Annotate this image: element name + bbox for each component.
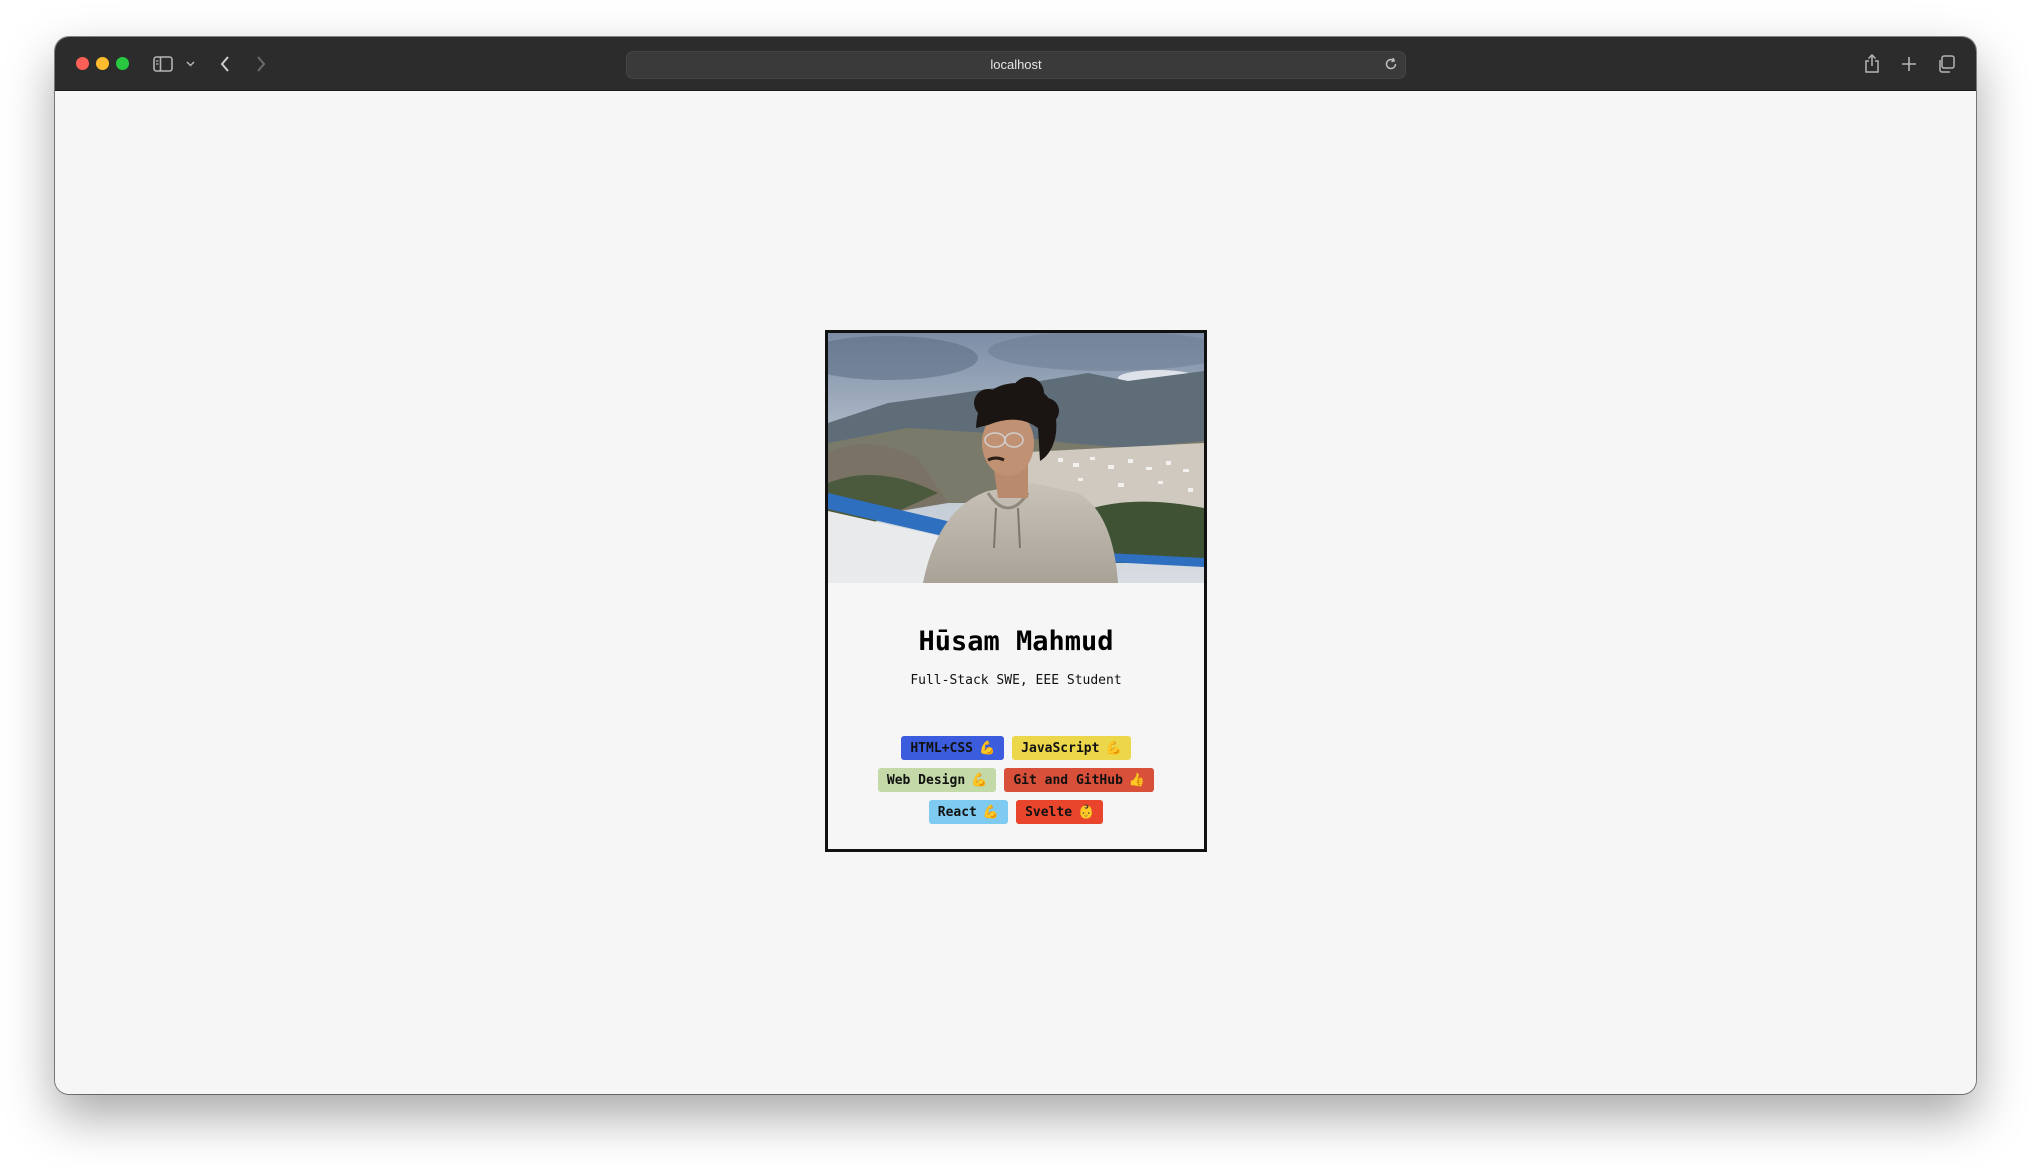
close-window-button[interactable] — [76, 57, 89, 70]
flexed-biceps-icon: 💪 — [1105, 740, 1122, 756]
skill-badge-javascript: JavaScript 💪 — [1012, 736, 1131, 760]
skill-label: Svelte — [1025, 804, 1073, 820]
skill-badge-react: React 💪 — [928, 800, 1009, 824]
skill-badge-web-design: Web Design 💪 — [877, 768, 997, 792]
flexed-biceps-icon: 💪 — [978, 740, 996, 756]
tab-overview-icon[interactable] — [1935, 51, 1957, 77]
badge-row: Web Design 💪 Git and GitHub 👍 — [877, 768, 1155, 792]
new-tab-icon[interactable] — [1899, 51, 1919, 77]
skill-badge-html-css: HTML+CSS 💪 — [901, 736, 1005, 760]
url-text: localhost — [990, 57, 1042, 72]
skill-label: HTML+CSS — [910, 740, 973, 756]
badge-row: React 💪 Svelte 👶 — [928, 800, 1104, 824]
skill-label: Web Design — [886, 772, 966, 788]
skill-badge-svelte: Svelte 👶 — [1016, 800, 1104, 824]
sidebar-toggle-icon[interactable] — [151, 51, 175, 77]
share-icon[interactable] — [1862, 51, 1882, 77]
flexed-biceps-icon: 💪 — [982, 804, 1000, 820]
profile-card: Hūsam Mahmud Full-Stack SWE, EEE Student… — [825, 330, 1207, 852]
badge-row: HTML+CSS 💪 JavaScript 💪 — [901, 736, 1131, 760]
page-content: Hūsam Mahmud Full-Stack SWE, EEE Student… — [55, 91, 1976, 1094]
skill-label: JavaScript — [1021, 740, 1100, 756]
forward-icon[interactable] — [251, 51, 271, 77]
profile-role: Full-Stack SWE, EEE Student — [910, 673, 1122, 688]
skill-label: Git and GitHub — [1013, 772, 1123, 788]
chevron-down-icon[interactable] — [184, 51, 196, 77]
address-bar[interactable]: localhost — [626, 51, 1406, 79]
reload-icon[interactable] — [1383, 56, 1399, 77]
browser-toolbar: localhost — [55, 37, 1976, 91]
zoom-window-button[interactable] — [116, 57, 129, 70]
profile-name: Hūsam Mahmud — [918, 626, 1114, 657]
thumbs-up-icon: 👍 — [1128, 772, 1146, 788]
baby-icon: 👶 — [1078, 804, 1095, 820]
browser-window: localhost Hūsam Mahmud Full-Stack SWE, E… — [55, 37, 1976, 1094]
skill-badge-git-github: Git and GitHub 👍 — [1004, 768, 1155, 792]
skill-label: React — [937, 804, 977, 820]
skill-badges: HTML+CSS 💪 JavaScript 💪 Web Design 💪 Git — [828, 736, 1204, 824]
profile-photo — [828, 333, 1204, 583]
minimize-window-button[interactable] — [96, 57, 109, 70]
flexed-biceps-icon: 💪 — [971, 772, 988, 788]
back-icon[interactable] — [215, 51, 235, 77]
